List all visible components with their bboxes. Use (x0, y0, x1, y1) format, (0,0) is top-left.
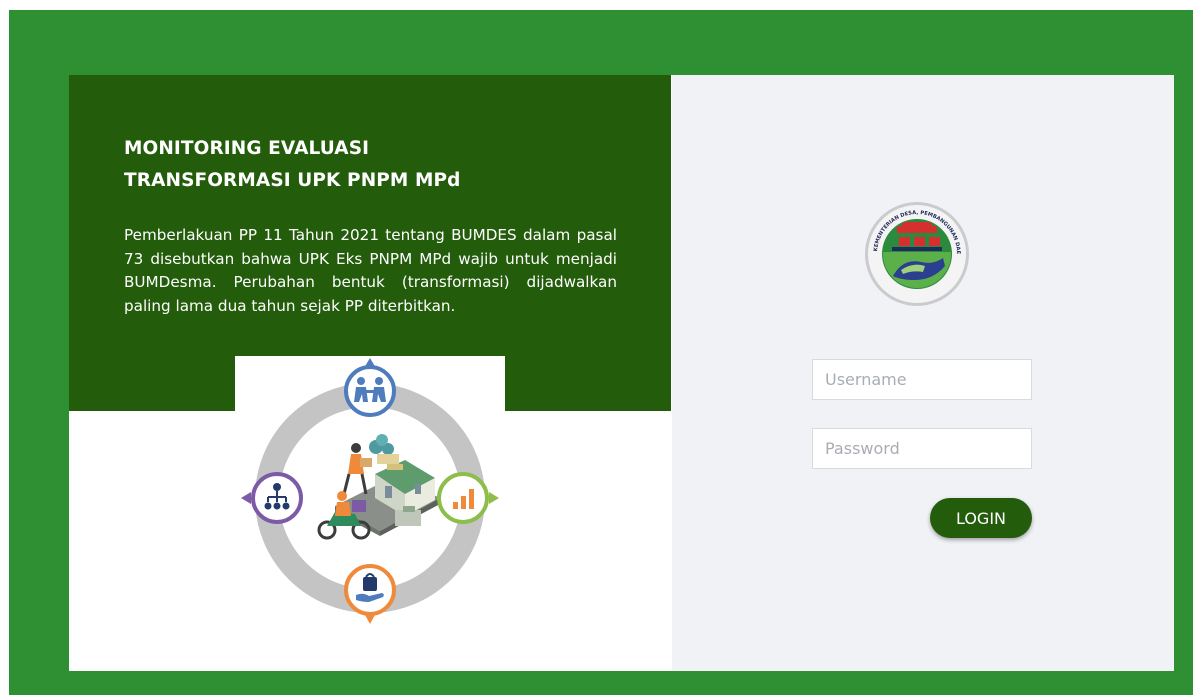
app-description: Pemberlakuan PP 11 Tahun 2021 tentang BU… (124, 226, 617, 315)
app-title-line-1: MONITORING EVALUASI (124, 138, 370, 159)
handshake-node (344, 358, 396, 417)
username-input[interactable] (812, 359, 1032, 400)
page-frame: MONITORING EVALUASI TRANSFORMASI UPK PNP… (9, 10, 1193, 695)
login-panel: KEMENTERIAN DESA, PEMBANGUNAN DAERAH TER… (672, 75, 1174, 671)
transformation-illustration (235, 356, 505, 646)
service-node (344, 564, 396, 624)
info-panel: MONITORING EVALUASI TRANSFORMASI UPK PNP… (69, 75, 671, 671)
organization-node (241, 472, 303, 524)
login-card: MONITORING EVALUASI TRANSFORMASI UPK PNP… (69, 75, 1174, 671)
password-input[interactable] (812, 428, 1032, 469)
growth-node (437, 472, 499, 524)
transformation-cycle-graphic (241, 358, 499, 624)
ministry-logo: KEMENTERIAN DESA, PEMBANGUNAN DAERAH TER… (863, 192, 969, 306)
app-title-line-2: TRANSFORMASI UPK PNPM MPd (124, 170, 461, 191)
login-button[interactable]: LOGIN (930, 498, 1032, 538)
app-title: MONITORING EVALUASI TRANSFORMASI UPK PNP… (124, 133, 461, 197)
village-economy-scene (317, 434, 440, 540)
